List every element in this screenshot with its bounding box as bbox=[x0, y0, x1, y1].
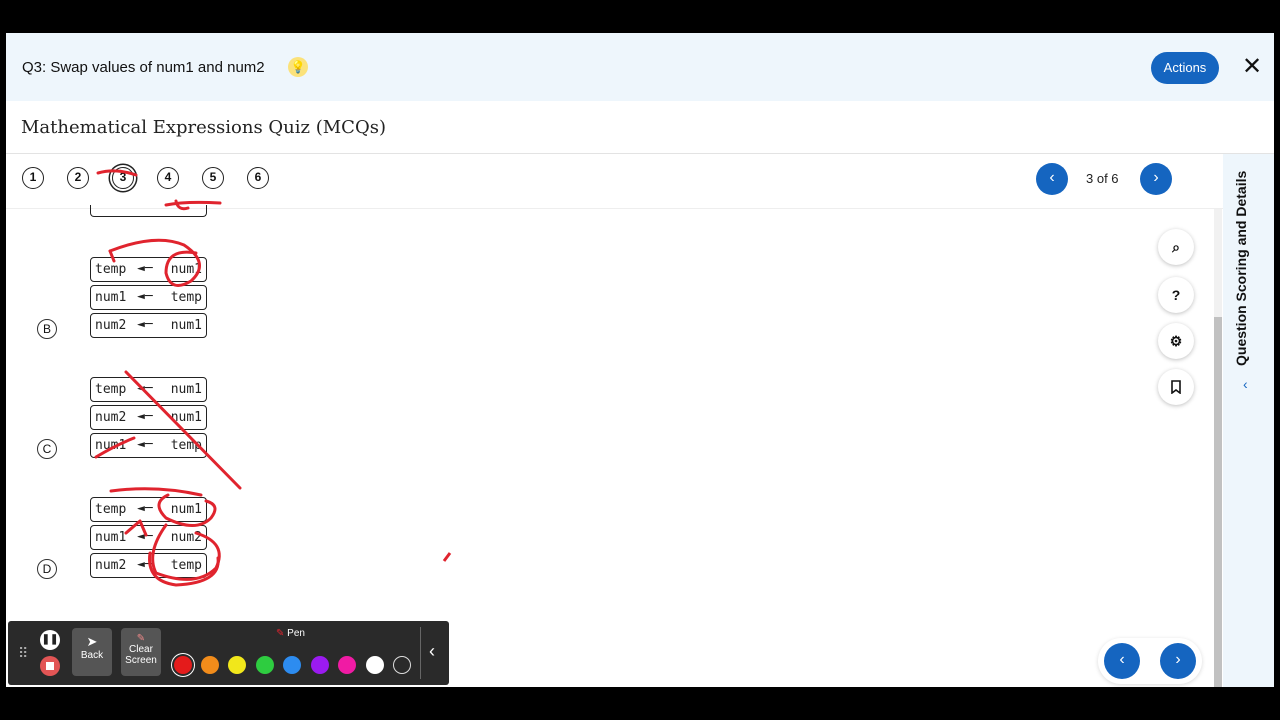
pen-mode-label: ✎ Pen bbox=[276, 628, 305, 639]
question-1-button[interactable]: 1 bbox=[22, 167, 44, 189]
question-nav: 1 2 3 4 5 6 ‹ 3 of 6 › bbox=[6, 154, 1223, 209]
option-d-row-3: num2 ◄─ temp bbox=[90, 553, 207, 578]
question-title: Q3: Swap values of num1 and num2 bbox=[22, 59, 265, 76]
zoom-icon[interactable]: ⌕ bbox=[1158, 229, 1194, 265]
question-3-button[interactable]: 3 bbox=[112, 167, 134, 189]
quiz-title: Mathematical Expressions Quiz (MCQs) bbox=[21, 117, 386, 138]
color-white[interactable] bbox=[366, 656, 384, 674]
question-header: Q3: Swap values of num1 and num2 💡 Actio… bbox=[6, 33, 1274, 101]
scroll-thumb[interactable] bbox=[1214, 317, 1222, 687]
chevron-left-icon[interactable]: ‹ bbox=[1243, 376, 1248, 392]
color-black[interactable] bbox=[393, 656, 411, 674]
answer-options: B temp ◄─ num1 num1 ◄─ temp num2 ◄─ num1 C tem… bbox=[6, 205, 1211, 687]
color-orange[interactable] bbox=[201, 656, 219, 674]
actions-button[interactable]: Actions bbox=[1151, 52, 1219, 84]
stop-icon[interactable] bbox=[40, 656, 60, 676]
scoring-sidebar[interactable]: Question Scoring and Details ‹ bbox=[1223, 154, 1274, 687]
color-pink[interactable] bbox=[338, 656, 356, 674]
quiz-window: Q3: Swap values of num1 and num2 💡 Actio… bbox=[6, 33, 1274, 687]
option-a-partial bbox=[90, 205, 207, 217]
drag-handle-icon[interactable]: ⠿ bbox=[18, 645, 28, 662]
option-c-row-3: num1 ◄─ temp bbox=[90, 433, 207, 458]
sidebar-label: Question Scoring and Details bbox=[1233, 170, 1249, 366]
toolbar-divider bbox=[420, 627, 421, 679]
option-c-radio[interactable]: C bbox=[37, 439, 57, 459]
option-b-row-2: num1 ◄─ temp bbox=[90, 285, 207, 310]
question-6-button[interactable]: 6 bbox=[247, 167, 269, 189]
pen-toolbar: ⠿ ❚❚ ➤ Back ✎ Clear Screen ✎ Pen ‹ bbox=[8, 621, 449, 685]
bookmark-icon[interactable] bbox=[1158, 369, 1194, 405]
lightbulb-icon[interactable]: 💡 bbox=[288, 57, 308, 77]
option-c-row-2: num2 ◄─ num1 bbox=[90, 405, 207, 430]
clear-screen-button[interactable]: ✎ Clear Screen bbox=[121, 628, 161, 676]
option-b-radio[interactable]: B bbox=[37, 319, 57, 339]
prev-question-button[interactable]: ‹ bbox=[1036, 163, 1068, 195]
next-question-button[interactable]: › bbox=[1140, 163, 1172, 195]
option-d-radio[interactable]: D bbox=[37, 559, 57, 579]
close-icon[interactable]: ✕ bbox=[1240, 55, 1264, 79]
question-counter: 3 of 6 bbox=[1086, 171, 1119, 186]
bottom-prev-button[interactable]: ‹ bbox=[1104, 643, 1140, 679]
option-d-row-1: temp ◄─ num1 bbox=[90, 497, 207, 522]
color-yellow[interactable] bbox=[228, 656, 246, 674]
content-scrollbar[interactable] bbox=[1214, 209, 1222, 687]
pause-icon[interactable]: ❚❚ bbox=[40, 630, 60, 650]
color-red[interactable] bbox=[174, 656, 192, 674]
color-blue[interactable] bbox=[283, 656, 301, 674]
back-button[interactable]: ➤ Back bbox=[72, 628, 112, 676]
help-icon[interactable]: ? bbox=[1158, 277, 1194, 313]
pen-icon: ✎ bbox=[276, 628, 285, 639]
question-2-button[interactable]: 2 bbox=[67, 167, 89, 189]
quiz-title-bar: Mathematical Expressions Quiz (MCQs) bbox=[6, 101, 1274, 154]
option-b-row-1: temp ◄─ num1 bbox=[90, 257, 207, 282]
option-c-row-1: temp ◄─ num1 bbox=[90, 377, 207, 402]
question-4-button[interactable]: 4 bbox=[157, 167, 179, 189]
color-purple[interactable] bbox=[311, 656, 329, 674]
bottom-next-button[interactable]: › bbox=[1160, 643, 1196, 679]
option-d-row-2: num1 ◄─ num2 bbox=[90, 525, 207, 550]
bottom-pager: ‹ › bbox=[1098, 638, 1202, 684]
question-5-button[interactable]: 5 bbox=[202, 167, 224, 189]
color-green[interactable] bbox=[256, 656, 274, 674]
gear-icon[interactable]: ⚙ bbox=[1158, 323, 1194, 359]
collapse-chevron-icon[interactable]: ‹ bbox=[429, 641, 435, 662]
option-b-row-3: num2 ◄─ num1 bbox=[90, 313, 207, 338]
